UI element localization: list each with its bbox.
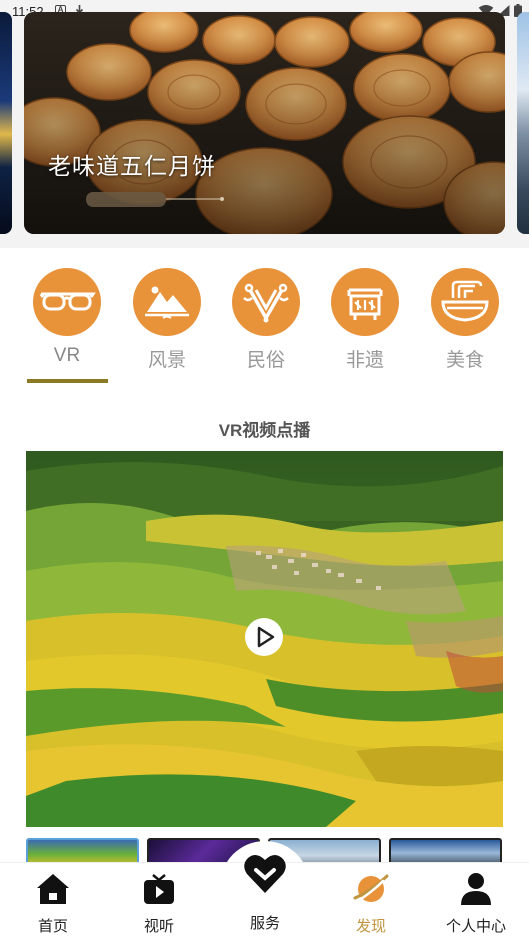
active-tab-indicator <box>27 379 108 383</box>
vr-glasses-icon <box>33 268 101 336</box>
mooncake-photo <box>24 12 505 234</box>
tab-food-label: 美食 <box>445 350 484 371</box>
banner-carousel[interactable]: 老味道五仁月饼 <box>0 12 529 248</box>
play-icon <box>257 626 275 648</box>
tab-heritage[interactable]: 非遗 <box>325 266 405 384</box>
tab-vr[interactable]: VR <box>27 266 107 384</box>
play-button[interactable] <box>245 618 283 656</box>
tab-food[interactable]: 美食 <box>425 266 505 384</box>
nav-discover-label: 发现 <box>355 918 386 935</box>
nav-av[interactable]: 视听 <box>114 863 204 941</box>
tab-scenery[interactable]: 风景 <box>127 266 207 384</box>
banner-slide[interactable]: 老味道五仁月饼 <box>24 12 505 234</box>
nav-av-label: 视听 <box>143 918 174 935</box>
tab-vr-label: VR <box>53 345 81 366</box>
tab-scenery-label: 风景 <box>147 350 186 371</box>
banner-prev-slide[interactable] <box>0 12 12 234</box>
nav-discover[interactable]: 发现 <box>326 863 416 941</box>
nav-profile[interactable]: 个人中心 <box>431 863 521 941</box>
tab-heritage-label: 非遗 <box>345 350 384 371</box>
home-icon <box>37 874 69 904</box>
nav-service-label: 服务 <box>249 915 280 932</box>
tv-play-icon <box>144 874 174 904</box>
section-title: VR视频点播 <box>218 421 311 440</box>
nav-profile-label: 个人中心 <box>445 918 506 935</box>
heart-icon <box>244 854 286 893</box>
banner-next-slide[interactable] <box>517 12 529 234</box>
folk-ornament-icon <box>232 268 300 336</box>
tab-folk-label: 民俗 <box>246 350 285 371</box>
heritage-icon <box>331 268 399 336</box>
nav-home-label: 首页 <box>37 918 68 935</box>
video-player[interactable] <box>26 451 503 827</box>
category-tabs: VR 风景 民俗 非遗 美食 <box>0 266 529 386</box>
food-bowl-icon <box>431 268 499 336</box>
planet-icon <box>353 874 389 902</box>
banner-title: 老味道五仁月饼 <box>48 153 216 179</box>
tab-folk[interactable]: 民俗 <box>226 266 306 384</box>
nav-home[interactable]: 首页 <box>8 863 98 941</box>
bottom-nav: 首页 视听 服务 发现 个人中心 <box>0 854 529 942</box>
user-icon <box>461 873 491 905</box>
mountain-icon <box>133 268 201 336</box>
nav-service[interactable]: 服务 <box>220 854 310 941</box>
